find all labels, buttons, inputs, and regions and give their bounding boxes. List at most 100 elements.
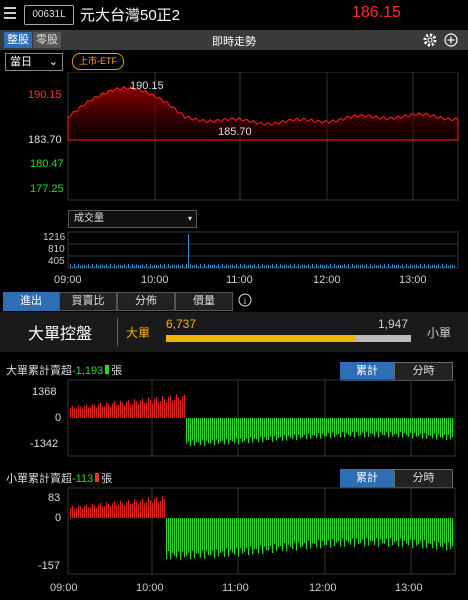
order-bar	[270, 418, 272, 437]
order-bar	[148, 497, 150, 518]
volume-bar	[132, 264, 133, 268]
order-bar	[438, 518, 440, 543]
tab-inout[interactable]: 進出	[3, 292, 59, 311]
order-bar	[198, 418, 200, 443]
order-bar	[260, 518, 262, 546]
volume-bar	[174, 265, 175, 268]
volume-bar	[124, 264, 125, 268]
gear-icon[interactable]	[422, 32, 438, 48]
order-bar	[150, 500, 152, 518]
volume-bar	[348, 264, 349, 268]
volume-bar	[376, 265, 377, 268]
tab-buy-sell-ratio[interactable]: 買賣比	[59, 292, 117, 311]
order-bar	[322, 518, 324, 541]
stock-code-field[interactable]: 00631L	[24, 5, 74, 25]
volume-bar	[118, 264, 119, 268]
volume-bar	[398, 264, 399, 268]
large-order-value: -1,193	[72, 365, 104, 377]
volume-bar	[442, 264, 443, 268]
volume-bar	[336, 265, 337, 268]
order-bar	[432, 418, 434, 439]
order-bar	[78, 505, 80, 518]
order-bar	[236, 518, 238, 549]
order-bar	[226, 418, 228, 439]
volume-bar	[412, 265, 413, 268]
order-bar	[406, 418, 408, 436]
order-bar	[304, 518, 306, 543]
order-bar	[242, 518, 244, 554]
order-bar	[358, 418, 360, 436]
volume-bar	[122, 265, 123, 268]
volume-bar	[74, 264, 75, 268]
volume-bar	[92, 264, 93, 268]
order-bar	[116, 505, 118, 518]
volume-bar	[276, 264, 277, 268]
volume-bar	[100, 264, 101, 268]
order-bar	[368, 518, 370, 546]
order-bar	[118, 504, 120, 518]
order-bar	[360, 418, 362, 435]
order-bar	[88, 407, 90, 418]
order-bar	[134, 399, 136, 418]
tab-distribution[interactable]: 分佈	[117, 292, 175, 311]
volume-bar	[332, 266, 333, 268]
order-bar	[282, 418, 284, 441]
order-bar	[242, 418, 244, 443]
volume-bar	[250, 264, 251, 268]
tab-price-volume[interactable]: 價量	[175, 292, 233, 311]
volume-bar	[400, 265, 401, 268]
order-bar	[80, 506, 82, 518]
order-bar	[276, 418, 278, 441]
order-bar	[114, 401, 116, 418]
order-bar	[98, 404, 100, 418]
order-bar	[296, 518, 298, 551]
order-bar	[166, 402, 168, 418]
menu-icon[interactable]	[4, 7, 16, 19]
order-bar	[102, 506, 104, 518]
volume-bar	[300, 265, 301, 268]
large-order-header: 大單累計賣超-1,193 張	[6, 362, 122, 378]
order-bar	[402, 418, 404, 438]
volume-bar	[304, 264, 305, 268]
svg-text:i: i	[244, 296, 247, 306]
order-bar	[286, 418, 288, 441]
volume-bar	[310, 266, 311, 268]
order-bar	[84, 506, 86, 518]
volume-bar	[108, 266, 109, 268]
order-bar	[402, 518, 404, 547]
volume-bar	[384, 264, 385, 268]
order-bar	[356, 518, 358, 539]
period-select[interactable]: 當日 ⌄	[5, 53, 63, 71]
order-bar	[392, 518, 394, 546]
volume-bar	[170, 265, 171, 268]
order-bar	[116, 405, 118, 418]
volume-select[interactable]: 成交量 ▾	[68, 210, 197, 228]
order-bar	[330, 518, 332, 548]
volume-bar	[344, 264, 345, 268]
order-bar	[446, 518, 448, 551]
volume-bar	[224, 266, 225, 268]
order-bar	[278, 418, 280, 439]
volume-bar	[266, 264, 267, 268]
info-icon[interactable]: i	[238, 293, 252, 307]
order-bar	[384, 418, 386, 436]
volume-bar	[210, 265, 211, 268]
volume-bar	[80, 265, 81, 268]
order-bar	[336, 418, 338, 435]
order-bar	[162, 496, 164, 518]
order-bar	[314, 418, 316, 436]
volume-bar	[230, 264, 231, 268]
volume-bar	[388, 264, 389, 268]
order-bar	[140, 400, 142, 418]
volume-bar	[436, 265, 437, 268]
order-bar	[158, 401, 160, 418]
order-bar	[260, 418, 262, 437]
order-bar	[262, 518, 264, 554]
order-bar	[332, 418, 334, 433]
order-bar	[192, 418, 194, 441]
order-bar	[252, 418, 254, 443]
order-bar	[350, 418, 352, 437]
plus-circle-icon[interactable]	[444, 33, 458, 47]
order-bar	[298, 518, 300, 543]
order-bar	[206, 418, 208, 441]
